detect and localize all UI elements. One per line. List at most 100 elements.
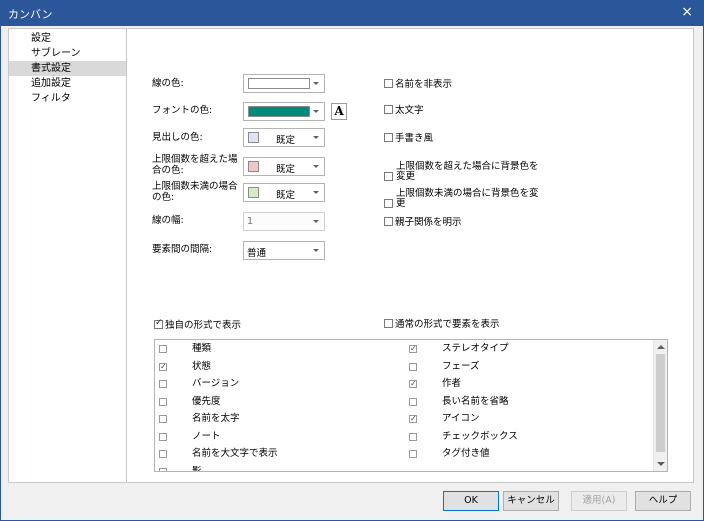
chevron-down-icon bbox=[313, 110, 319, 113]
scroll-thumb[interactable] bbox=[656, 354, 665, 452]
checkbox-box[interactable] bbox=[159, 432, 167, 441]
list-item-label: バージョン bbox=[192, 378, 240, 389]
checkbox-box[interactable] bbox=[409, 450, 417, 458]
custom-format-label: 独自の形式で表示 bbox=[165, 320, 242, 331]
checkbox-box bbox=[384, 319, 393, 328]
scroll-down-icon[interactable] bbox=[654, 458, 667, 471]
list-item-label: 作者 bbox=[442, 378, 462, 389]
over-limit-color-swatch bbox=[248, 161, 259, 172]
normal-format-checkbox[interactable]: 通常の形式で要素を表示 bbox=[384, 319, 500, 330]
line-color-combo[interactable] bbox=[243, 74, 325, 93]
chevron-down-icon bbox=[313, 249, 319, 252]
normal-format-label: 通常の形式で要素を表示 bbox=[395, 319, 500, 330]
font-color-label: フォントの色: bbox=[152, 105, 213, 116]
list-item-label: 種類 bbox=[192, 343, 212, 354]
checkbox-box bbox=[384, 217, 393, 226]
title-bar: カンバン × bbox=[1, 1, 703, 26]
checkbox-box bbox=[384, 105, 393, 114]
vertical-scrollbar[interactable] bbox=[653, 340, 667, 471]
checkbox-box[interactable] bbox=[409, 397, 417, 406]
custom-format-checkbox[interactable]: 独自の形式で表示 bbox=[154, 318, 242, 331]
sidebar-item-format[interactable]: 書式設定 bbox=[9, 61, 126, 76]
line-color-label: 線の色: bbox=[152, 78, 184, 89]
cancel-button[interactable]: キャンセル bbox=[503, 491, 559, 511]
checkbox-box bbox=[154, 318, 163, 329]
over-limit-color-combo[interactable]: 既定 bbox=[243, 157, 325, 176]
hide-name-checkbox[interactable]: 名前を非表示 bbox=[384, 79, 452, 90]
checkbox-box[interactable] bbox=[159, 345, 167, 353]
checkbox-box[interactable] bbox=[409, 432, 417, 441]
checkbox-box bbox=[384, 172, 393, 181]
spacing-label: 要素間の間隔: bbox=[152, 244, 213, 255]
chevron-down-icon bbox=[313, 82, 319, 85]
chevron-down-icon bbox=[313, 191, 319, 194]
bg-over-label: 上限個数を超えた場合に背景色を変更 bbox=[396, 161, 539, 182]
checkbox-box[interactable] bbox=[409, 341, 417, 357]
sidebar-item-additional[interactable]: 追加設定 bbox=[9, 76, 126, 91]
scroll-up-icon[interactable] bbox=[654, 340, 667, 353]
line-width-value: 1 bbox=[247, 216, 254, 227]
checkbox-box[interactable] bbox=[159, 467, 167, 471]
handwriting-checkbox[interactable]: 手書き風 bbox=[384, 133, 433, 144]
close-icon[interactable]: × bbox=[681, 4, 693, 20]
font-color-combo[interactable] bbox=[243, 102, 325, 121]
checkbox-box[interactable] bbox=[159, 380, 167, 388]
checkbox-box[interactable] bbox=[409, 411, 417, 427]
chevron-down-icon bbox=[313, 220, 319, 223]
chevron-down-icon bbox=[313, 165, 319, 168]
list-item-label: 長い名前を省略 bbox=[442, 395, 509, 407]
list-item-label: アイコン bbox=[442, 413, 480, 424]
under-limit-color-value: 既定 bbox=[276, 190, 296, 201]
bold-checkbox[interactable]: 太文字 bbox=[384, 105, 424, 116]
checkbox-box bbox=[384, 133, 393, 142]
sidebar: 設定 サブレーン 書式設定 追加設定 フィルタ bbox=[8, 28, 127, 483]
heading-color-swatch bbox=[248, 132, 259, 143]
list-item-label: ステレオタイプ bbox=[442, 343, 509, 354]
display-items-list[interactable]: 種類状態バージョン優先度名前を太字ノート名前を大文字で表示影 ステレオタイプフェ… bbox=[154, 339, 668, 472]
checkbox-box[interactable] bbox=[409, 362, 417, 371]
heading-color-value: 既定 bbox=[276, 135, 296, 146]
heading-color-combo[interactable]: 既定 bbox=[243, 128, 325, 147]
checkbox-box[interactable] bbox=[159, 359, 167, 375]
ok-button[interactable]: OK bbox=[443, 491, 499, 511]
list-item-label: 状態 bbox=[192, 360, 212, 372]
over-limit-color-label: 上限個数を超えた場合の色: bbox=[152, 154, 238, 176]
checkbox-box[interactable] bbox=[159, 397, 167, 406]
bold-label: 太文字 bbox=[395, 105, 424, 116]
list-item-label: 影 bbox=[192, 465, 202, 472]
line-width-combo[interactable]: 1 bbox=[243, 212, 325, 231]
show-parent-checkbox[interactable]: 親子関係を明示 bbox=[384, 217, 462, 228]
spacing-combo[interactable]: 普通 bbox=[243, 241, 325, 260]
over-limit-color-value: 既定 bbox=[276, 164, 296, 175]
line-width-label: 線の幅: bbox=[152, 215, 184, 226]
list-item-label: チェックボックス bbox=[442, 430, 518, 442]
font-color-swatch bbox=[248, 106, 310, 117]
handwriting-label: 手書き風 bbox=[395, 133, 434, 144]
font-button[interactable]: A bbox=[331, 103, 347, 120]
window-title: カンバン bbox=[8, 8, 53, 21]
chevron-down-icon bbox=[313, 136, 319, 139]
sidebar-item-sublanes[interactable]: サブレーン bbox=[9, 46, 126, 61]
sidebar-item-filter[interactable]: フィルタ bbox=[9, 91, 126, 106]
sidebar-item-settings[interactable]: 設定 bbox=[9, 31, 126, 46]
checkbox-box bbox=[384, 199, 393, 208]
checkbox-box[interactable] bbox=[159, 450, 167, 458]
under-limit-color-label: 上限個数未満の場合の色: bbox=[152, 181, 238, 203]
checkbox-box bbox=[384, 79, 393, 88]
show-parent-label: 親子関係を明示 bbox=[395, 217, 462, 228]
checkbox-box[interactable] bbox=[409, 376, 417, 392]
checkbox-box[interactable] bbox=[159, 415, 167, 423]
spacing-value: 普通 bbox=[247, 248, 267, 259]
list-item-label: ノート bbox=[192, 430, 221, 442]
heading-color-label: 見出しの色: bbox=[152, 132, 203, 143]
under-limit-color-combo[interactable]: 既定 bbox=[243, 183, 325, 202]
hide-name-label: 名前を非表示 bbox=[395, 79, 453, 90]
line-color-swatch bbox=[248, 78, 310, 89]
apply-button[interactable]: 適用(A) bbox=[571, 491, 627, 511]
format-settings-panel: 線の色: フォントの色: A 見出しの色: 既定 上限個数を超えた場合の色: 既… bbox=[127, 28, 694, 483]
bg-under-label: 上限個数未満の場合に背景色を変更 bbox=[396, 188, 539, 209]
list-item-label: 優先度 bbox=[192, 395, 221, 407]
list-item-label: 名前を大文字で表示 bbox=[192, 448, 278, 459]
kanban-dialog: カンバン × 設定 サブレーン 書式設定 追加設定 フィルタ 線の色: フォント… bbox=[0, 0, 704, 521]
help-button[interactable]: ヘルプ bbox=[635, 491, 691, 511]
